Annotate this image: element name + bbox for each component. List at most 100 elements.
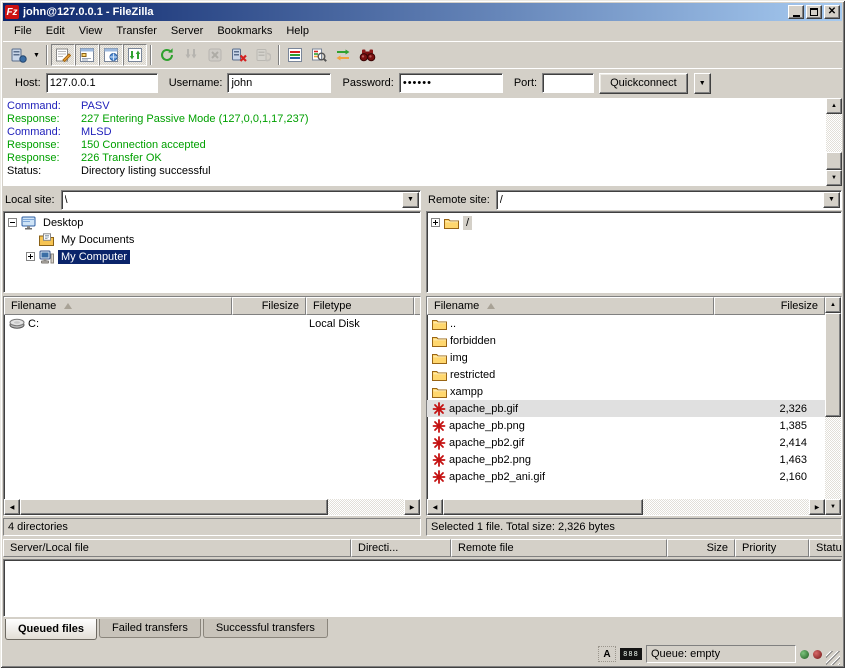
host-input[interactable] (46, 73, 158, 93)
expand-icon[interactable] (26, 252, 35, 261)
scroll-track[interactable] (825, 417, 841, 499)
column-header-directi[interactable]: Directi... (351, 539, 451, 557)
remote-file-row-blank[interactable]: .. (427, 315, 825, 332)
filename-cell: restricted (427, 369, 714, 381)
resize-grip[interactable] (826, 651, 840, 665)
find-button[interactable] (355, 44, 379, 66)
local-tree-item-my-documents[interactable]: My Documents (4, 231, 420, 248)
remote-file-row-apache-pb2-png[interactable]: apache_pb2.png1,463 (427, 451, 825, 468)
column-header-filetype[interactable]: Filetype (306, 297, 414, 315)
tab-failed-transfers[interactable]: Failed transfers (99, 619, 201, 638)
expand-icon[interactable] (431, 218, 440, 227)
refresh-button[interactable] (155, 44, 179, 66)
remote-file-row-apache-pb2-ani-gif[interactable]: apache_pb2_ani.gif2,160 (427, 468, 825, 485)
scroll-left-icon[interactable]: ◀ (427, 499, 443, 515)
remote-site-input[interactable] (497, 192, 822, 208)
remote-file-row-apache-pb-gif[interactable]: apache_pb.gif2,326 (427, 400, 825, 417)
scroll-up-icon[interactable]: ▲ (826, 98, 842, 114)
tab-successful-transfers[interactable]: Successful transfers (203, 619, 328, 638)
toggle-queue-button[interactable] (123, 44, 147, 66)
column-header-filename[interactable]: Filename (427, 297, 714, 315)
quickconnect-dropdown-button[interactable]: ▼ (694, 73, 711, 94)
menu-file[interactable]: File (7, 23, 39, 39)
remote-file-row-apache-pb-png[interactable]: apache_pb.png1,385 (427, 417, 825, 434)
column-header-server-local-file[interactable]: Server/Local file (3, 539, 351, 557)
refresh-icon (159, 47, 175, 63)
site-manager-icon (10, 47, 27, 63)
local-tree-item-desktop[interactable]: Desktop (4, 214, 420, 231)
quickconnect-button[interactable]: Quickconnect (599, 73, 688, 94)
menu-transfer[interactable]: Transfer (109, 23, 164, 39)
local-tree-item-my-computer[interactable]: My Computer (4, 248, 420, 265)
menu-view[interactable]: View (72, 23, 110, 39)
collapse-icon[interactable] (8, 218, 17, 227)
remote-file-row-forbidden[interactable]: forbidden (427, 332, 825, 349)
queue-status-text: Queue: empty (646, 645, 796, 663)
toggle-remote-tree-button[interactable] (99, 44, 123, 66)
password-input[interactable] (399, 73, 503, 93)
scroll-down-icon[interactable]: ▼ (826, 170, 842, 186)
menu-edit[interactable]: Edit (39, 23, 72, 39)
close-button[interactable]: ✕ (824, 5, 840, 19)
folder-icon (432, 335, 447, 347)
minimize-button[interactable] (788, 5, 804, 19)
log-view-icon (55, 47, 71, 63)
column-header-filesize[interactable]: Filesize (232, 297, 306, 315)
scroll-track[interactable] (826, 114, 842, 152)
scroll-thumb[interactable] (826, 152, 842, 170)
folder-icon (432, 369, 447, 381)
speed-limit-icon[interactable]: 888 (620, 648, 642, 660)
remote-file-row-xampp[interactable]: xampp (427, 383, 825, 400)
maximize-button[interactable] (806, 5, 822, 19)
scroll-up-icon[interactable]: ▲ (825, 297, 841, 313)
site-manager-dropdown-button[interactable]: ▼ (30, 44, 43, 66)
tab-queued-files[interactable]: Queued files (5, 619, 97, 640)
column-header-size[interactable]: Size (667, 539, 735, 557)
scroll-left-icon[interactable]: ◀ (4, 499, 20, 515)
remote-tree-item-blank[interactable]: / (427, 214, 841, 231)
menu-bookmarks[interactable]: Bookmarks (210, 23, 279, 39)
column-header-filesize[interactable]: Filesize (714, 297, 825, 315)
column-header-priority[interactable]: Priority (735, 539, 809, 557)
scroll-track[interactable] (328, 499, 404, 515)
menu-help[interactable]: Help (279, 23, 316, 39)
sync-browse-button[interactable] (331, 44, 355, 66)
scroll-right-icon[interactable]: ▶ (404, 499, 420, 515)
transfer-queue-body[interactable] (3, 559, 842, 617)
remote-site-dropdown-button[interactable]: ▼ (823, 192, 840, 208)
local-horizontal-scrollbar[interactable]: ◀ ▶ (4, 499, 420, 515)
remote-file-row-apache-pb2-gif[interactable]: apache_pb2.gif2,414 (427, 434, 825, 451)
compare-button[interactable] (307, 44, 331, 66)
tree-item-label: Desktop (40, 216, 86, 230)
local-file-row-c[interactable]: C:Local Disk (4, 315, 420, 332)
remote-vertical-scrollbar[interactable]: ▲ ▼ (825, 297, 841, 515)
toggle-local-tree-button[interactable] (75, 44, 99, 66)
scroll-down-icon[interactable]: ▼ (825, 499, 841, 515)
column-header-status[interactable]: Status (809, 539, 842, 557)
scroll-thumb[interactable] (20, 499, 328, 515)
scroll-thumb[interactable] (825, 313, 841, 417)
menu-server[interactable]: Server (164, 23, 210, 39)
column-header-l[interactable]: L (414, 297, 420, 315)
remote-file-row-img[interactable]: img (427, 349, 825, 366)
column-header-remote-file[interactable]: Remote file (451, 539, 667, 557)
filter-button[interactable] (283, 44, 307, 66)
local-site-input[interactable] (62, 192, 401, 208)
username-input[interactable] (227, 73, 331, 93)
column-header-filename[interactable]: Filename (4, 297, 232, 315)
filename-text: img (450, 352, 468, 364)
toggle-log-button[interactable] (51, 44, 75, 66)
remote-horizontal-scrollbar[interactable]: ◀ ▶ (427, 499, 825, 515)
site-manager-button[interactable] (6, 44, 30, 66)
scroll-track[interactable] (643, 499, 809, 515)
scroll-thumb[interactable] (443, 499, 643, 515)
filetype-cell: Local Disk (306, 318, 414, 330)
scroll-right-icon[interactable]: ▶ (809, 499, 825, 515)
remote-file-row-restricted[interactable]: restricted (427, 366, 825, 383)
disconnect-button[interactable] (227, 44, 251, 66)
transfer-type-icon[interactable]: A (598, 646, 616, 662)
menubar: FileEditViewTransferServerBookmarksHelp (3, 21, 842, 41)
local-site-dropdown-button[interactable]: ▼ (402, 192, 419, 208)
port-input[interactable] (542, 73, 594, 93)
log-vertical-scrollbar[interactable]: ▲ ▼ (826, 98, 842, 186)
